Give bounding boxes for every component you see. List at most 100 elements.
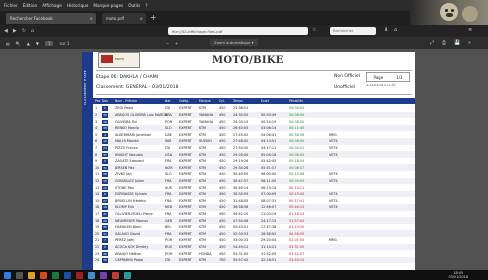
cell-category: EXPERT — [179, 198, 192, 203]
tab-label: moto.pdf — [106, 16, 125, 21]
tab-pdf[interactable]: moto.pdf × — [102, 13, 146, 24]
cell-penalty: 00:10:08 — [289, 172, 305, 177]
cell-cylinder: 450 — [219, 192, 226, 197]
cell-penalty: 01:19:00 — [289, 225, 305, 230]
cell-penalty: 00:34:01 — [289, 145, 305, 150]
zoom-in-icon[interactable]: + — [175, 41, 178, 46]
cell-time: 47:54:06 — [233, 218, 249, 223]
firefox-icon[interactable] — [40, 271, 47, 279]
excel-icon[interactable] — [52, 271, 59, 279]
url-bar[interactable]: file:///D:/affichage-files.pdf — [168, 27, 308, 35]
start-icon[interactable] — [4, 271, 11, 279]
cell-gap: 05:04:16 — [261, 152, 277, 157]
new-tab-icon[interactable]: + — [150, 13, 157, 22]
bookmark-star-icon[interactable]: ☆ — [312, 27, 316, 33]
downloads-icon[interactable]: ⬇ — [384, 27, 388, 33]
taskbar: 18:05 03/01/2018 — [0, 270, 488, 280]
close-icon[interactable]: × — [90, 16, 93, 21]
cell-name: GONZALEZ Julien — [115, 178, 145, 183]
taskview-icon[interactable] — [16, 271, 23, 279]
cell-position: 24 — [95, 258, 100, 263]
tools-icon[interactable]: » — [468, 40, 471, 46]
tab-label: Rechercher Facebook — [10, 16, 53, 21]
cell-gap: 06:00:00 — [261, 172, 277, 177]
store-icon[interactable] — [124, 271, 131, 279]
menu-item[interactable]: Fichier — [4, 3, 18, 8]
cell-time: 29:34:28 — [233, 165, 249, 170]
table-row: 5 4 ALKEMMARI Jonathan UAE EXPERT KTM 450 27:45… — [93, 131, 415, 138]
cell-gap: 24:17:15 — [261, 218, 277, 223]
tab-facebook[interactable]: Rechercher Facebook × — [6, 13, 96, 24]
search-placeholder: Rechercher — [333, 29, 354, 33]
find-icon[interactable]: 🔍 — [16, 41, 21, 46]
back-icon[interactable]: ◀ — [4, 28, 8, 34]
search-input[interactable]: Rechercher — [330, 27, 376, 35]
cell-gap: 12:46:07 — [261, 205, 277, 210]
cell-bib: 11 — [102, 231, 108, 237]
sidebar-toggle-icon[interactable]: ▤ — [6, 41, 10, 46]
cell-brand: SUZUKI — [199, 139, 212, 144]
cell-brand: KTM — [199, 238, 206, 243]
menu-item[interactable]: ? — [145, 3, 147, 8]
home-icon[interactable]: ⌂ — [31, 28, 34, 34]
cell-cylinder: 450 — [219, 165, 226, 170]
table-row: 9 3 ZAGATE Edouard FRA EXPERT KTM 450 29:19:26 0… — [93, 158, 415, 165]
cell-time: 26:40:05 — [233, 126, 249, 131]
cell-penalty: 00:11:40 — [289, 126, 305, 131]
zoom-out-icon[interactable]: − — [166, 41, 169, 46]
cell-category: EXPERT — [179, 165, 192, 170]
menu-item[interactable]: Historique — [67, 3, 88, 8]
cell-name: ALKEMMARI Jonathan — [115, 132, 152, 137]
cell-gap: 31:52:09 — [261, 251, 277, 256]
presentation-icon[interactable]: ⤢ — [430, 40, 434, 46]
cell-brand: HONDA — [199, 251, 212, 256]
cell-bib: 40 — [102, 251, 108, 257]
menu-item[interactable]: Marque-pages — [93, 3, 123, 8]
cell-bib: 35 — [102, 225, 108, 230]
zoom-select[interactable]: Zoom automatique ▾ — [210, 39, 258, 46]
app-icon[interactable] — [100, 271, 107, 279]
cell-time: 44:42:10 — [233, 211, 249, 216]
media-icon[interactable] — [112, 271, 119, 279]
save-icon[interactable]: 💾 — [454, 40, 460, 46]
mail-icon[interactable] — [88, 271, 95, 279]
system-clock[interactable]: 18:05 03/01/2018 — [448, 271, 468, 279]
reload-icon[interactable]: ↻ — [22, 28, 26, 34]
cell-brand: KTM — [199, 145, 206, 150]
cell-note: VET4 — [329, 205, 338, 210]
prev-page-icon[interactable]: ▲ — [27, 41, 30, 46]
cell-cylinder: 450 — [219, 211, 226, 216]
print-icon[interactable]: ⎙ — [442, 40, 446, 46]
next-page-icon[interactable]: ▼ — [36, 41, 39, 46]
cell-cylinder: 450 — [219, 145, 226, 150]
cell-penalty: 00:18:04 — [289, 159, 305, 164]
cell-gap: 00:54:19 — [261, 119, 277, 124]
cell-name: SALAGO David — [115, 231, 140, 236]
cell-brand: KTM — [199, 132, 206, 137]
menu-item[interactable]: Affichage — [42, 3, 62, 8]
menu-icon[interactable]: ≡ — [468, 27, 472, 33]
cell-time: 27:54:50 — [233, 145, 249, 150]
cell-bib: 4 — [102, 132, 108, 138]
menu-item[interactable]: Édition — [23, 3, 38, 8]
home-button-icon[interactable]: ⌂ — [394, 27, 397, 33]
forward-icon[interactable]: ▶ — [13, 28, 17, 34]
close-icon[interactable]: × — [140, 16, 143, 21]
pdf-reader-icon[interactable] — [76, 271, 83, 279]
cell-name: ZAGATE Edouard — [115, 159, 144, 164]
cell-name: RENKO Marcio — [115, 126, 140, 131]
cell-cylinder: 450 — [219, 119, 226, 124]
cell-bib: 41 — [102, 211, 108, 217]
page-number-input[interactable]: 1 — [44, 40, 54, 46]
cell-bib: 3 — [102, 159, 108, 164]
cell-note: VET4 — [329, 198, 338, 203]
cell-name: ZEDI Paolo — [115, 106, 134, 111]
menu-item[interactable]: Outils — [128, 3, 140, 8]
word-icon[interactable] — [64, 271, 71, 279]
cell-brand: KTM — [199, 126, 206, 131]
explorer-icon[interactable] — [28, 271, 35, 279]
cell-cylinder: 450 — [219, 225, 226, 230]
table-row: 11 26 ZIVKO Jan SLO EXPERT KTM 450 30:40:00 06:0… — [93, 171, 415, 178]
cell-category: EXPERT — [179, 244, 192, 249]
table-row: 19 35 HAMALEN Bjorn BEL EXPERT KTM 450 50:43:01… — [93, 224, 415, 231]
